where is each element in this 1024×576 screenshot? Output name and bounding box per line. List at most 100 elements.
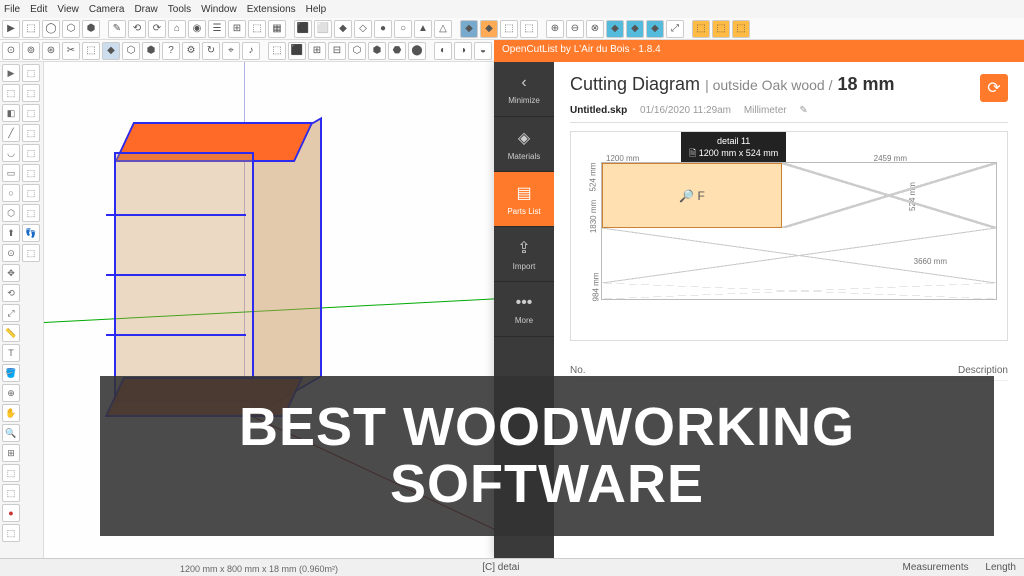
tool-icon[interactable]: ⬚ [22,104,40,122]
tool-icon[interactable]: ⚙ [182,42,200,60]
tool-icon[interactable]: ◯ [42,20,60,38]
sidebar-parts-list[interactable]: ▤Parts List [494,172,554,227]
tool-icon[interactable]: ◆ [334,20,352,38]
pan-tool-icon[interactable]: ✋ [2,404,20,422]
tool-icon[interactable]: ⬜ [314,20,332,38]
tool-icon[interactable]: ⬚ [712,20,730,38]
tool-icon[interactable]: ⤢ [666,20,684,38]
paint-tool-icon[interactable]: 🪣 [2,364,20,382]
menu-extensions[interactable]: Extensions [247,4,296,15]
tool-icon[interactable]: ◐ [434,42,452,60]
move-tool-icon[interactable]: ✥ [2,264,20,282]
tab-file[interactable]: Untitled.skp [570,105,627,116]
tool-icon[interactable]: ⊞ [2,444,20,462]
tool-icon[interactable]: ◒ [474,42,492,60]
tool-icon[interactable]: ⌖ [222,42,240,60]
tool-icon[interactable]: ⊚ [22,42,40,60]
tool-icon[interactable]: ⬚ [22,64,40,82]
menu-draw[interactable]: Draw [134,4,157,15]
tool-icon[interactable]: ⊗ [586,20,604,38]
tool-icon[interactable]: ⟲ [128,20,146,38]
part-f[interactable]: 🔎 F [602,163,782,228]
zoom-tool-icon[interactable]: 🔍 [2,424,20,442]
menu-edit[interactable]: Edit [30,4,47,15]
menu-camera[interactable]: Camera [89,4,125,15]
menu-help[interactable]: Help [306,4,327,15]
tool-icon[interactable]: ⬚ [22,124,40,142]
tool-icon[interactable]: ⬚ [732,20,750,38]
tool-icon[interactable]: ○ [394,20,412,38]
tool-icon[interactable]: ⊞ [308,42,326,60]
menu-window[interactable]: Window [201,4,237,15]
tool-icon[interactable]: ⬚ [692,20,710,38]
tool-icon[interactable]: ◇ [354,20,372,38]
tool-icon[interactable]: ◆ [606,20,624,38]
orbit-tool-icon[interactable]: ⊕ [2,384,20,402]
eraser-tool-icon[interactable]: ◧ [2,104,20,122]
tool-icon[interactable]: ⬚ [2,524,20,542]
tool-icon[interactable]: ⬚ [22,184,40,202]
tool-icon[interactable]: ⊛ [42,42,60,60]
tool-icon[interactable]: ● [2,504,20,522]
refresh-button[interactable]: ⟳ [980,74,1008,102]
tool-icon[interactable]: ✂ [62,42,80,60]
tool-icon[interactable]: ⬚ [22,164,40,182]
tool-icon[interactable]: ⊖ [566,20,584,38]
tool-icon[interactable]: ⊙ [2,42,20,60]
tool-icon[interactable]: ⬚ [22,204,40,222]
tool-icon[interactable]: ● [374,20,392,38]
tool-icon[interactable]: ⟳ [148,20,166,38]
tool-icon[interactable]: ◉ [188,20,206,38]
tool-icon[interactable]: ⬚ [22,84,40,102]
tool-icon[interactable]: ⬢ [142,42,160,60]
rect-tool-icon[interactable]: ▭ [2,164,20,182]
tool-icon[interactable]: 👣 [22,224,40,242]
tape-tool-icon[interactable]: 📏 [2,324,20,342]
tool-icon[interactable]: ⊕ [546,20,564,38]
arc-tool-icon[interactable]: ◡ [2,144,20,162]
tab-edit-icon[interactable]: ✎ [799,105,807,116]
tool-icon[interactable]: ▦ [268,20,286,38]
tool-icon[interactable]: ⬚ [248,20,266,38]
tool-icon[interactable]: ▲ [414,20,432,38]
rotate-tool-icon[interactable]: ⟲ [2,284,20,302]
tool-icon[interactable]: ◆ [460,20,478,38]
tool-icon[interactable]: ⬢ [368,42,386,60]
scale-tool-icon[interactable]: ⤢ [2,304,20,322]
tool-icon[interactable]: ⬚ [22,244,40,262]
text-tool-icon[interactable]: T [2,344,20,362]
sidebar-materials[interactable]: ◈Materials [494,117,554,172]
tool-icon[interactable]: ◑ [454,42,472,60]
polygon-tool-icon[interactable]: ⬡ [2,204,20,222]
tool-icon[interactable]: ⬚ [2,484,20,502]
tool-icon[interactable]: ⬚ [2,84,20,102]
menu-view[interactable]: View [57,4,79,15]
tool-icon[interactable]: ⊞ [228,20,246,38]
cabinet-model[interactable] [124,122,304,412]
offset-tool-icon[interactable]: ⊙ [2,244,20,262]
menu-file[interactable]: File [4,4,20,15]
line-tool-icon[interactable]: ╱ [2,124,20,142]
panel-titlebar[interactable]: OpenCutList by L'Air du Bois - 1.8.4 [494,40,1024,62]
tool-icon[interactable]: ⬡ [122,42,140,60]
tool-icon[interactable]: ⊟ [328,42,346,60]
select-tool-icon[interactable]: ▶ [2,64,20,82]
tool-icon[interactable]: ⬚ [268,42,286,60]
tool-icon[interactable]: ? [162,42,180,60]
tool-icon[interactable]: ⬛ [294,20,312,38]
tool-icon[interactable]: ⬚ [2,464,20,482]
tool-icon[interactable]: ⬚ [22,20,40,38]
tool-icon[interactable]: ↻ [202,42,220,60]
pushpull-tool-icon[interactable]: ⬆ [2,224,20,242]
tool-icon[interactable]: ⬡ [348,42,366,60]
tool-icon[interactable]: ⬚ [82,42,100,60]
tool-icon[interactable]: ⌂ [168,20,186,38]
sidebar-import[interactable]: ⇪Import [494,227,554,282]
tool-icon[interactable]: ◆ [480,20,498,38]
tool-icon[interactable]: ⬚ [22,144,40,162]
tool-icon[interactable]: ⬚ [500,20,518,38]
tool-icon[interactable]: ⬤ [408,42,426,60]
circle-tool-icon[interactable]: ○ [2,184,20,202]
tool-icon[interactable]: ◆ [626,20,644,38]
tool-icon[interactable]: ⬛ [288,42,306,60]
